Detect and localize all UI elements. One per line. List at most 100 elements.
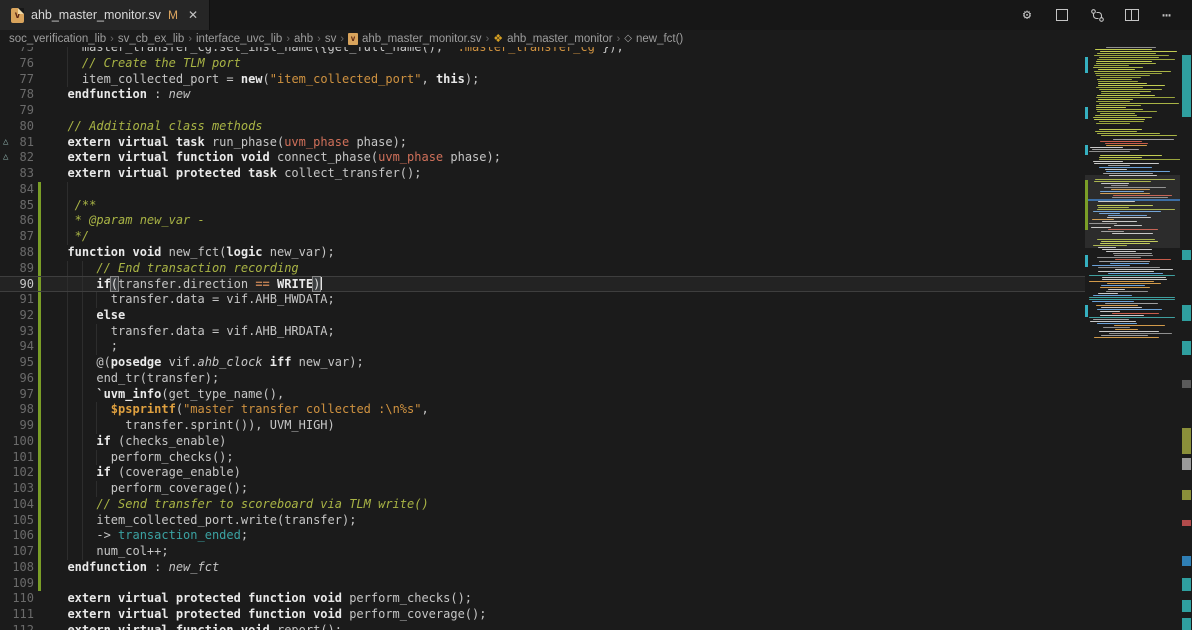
code-line-101[interactable]: 101 perform_checks(); [0, 450, 1085, 466]
code-line-106[interactable]: 106 -> transaction_ended; [0, 528, 1085, 544]
code-line-109[interactable]: 109 [0, 576, 1085, 592]
breadcrumb-item-ahb-master-monitor[interactable]: ❖ahb_master_monitor [493, 32, 612, 45]
line-number[interactable]: 104 [0, 497, 34, 513]
line-number[interactable]: 89 [0, 261, 34, 277]
code-line-87[interactable]: 87 */ [0, 229, 1085, 245]
code-line-110[interactable]: 110 extern virtual protected function vo… [0, 591, 1085, 607]
line-number[interactable]: 100 [0, 434, 34, 450]
gutter-marker-icon[interactable]: △ [3, 150, 8, 166]
code-line-97[interactable]: 97 `uvm_info(get_type_name(), [0, 387, 1085, 403]
line-number[interactable]: 103 [0, 481, 34, 497]
breadcrumb-label: ahb_master_monitor.sv [362, 33, 482, 45]
line-number[interactable]: 76 [0, 56, 34, 72]
breadcrumb-item-sv[interactable]: sv [325, 33, 337, 45]
token-kw: extern virtual function void [53, 623, 270, 630]
line-number[interactable]: 87 [0, 229, 34, 245]
line-number[interactable]: 77 [0, 72, 34, 88]
breadcrumb-item-new-fct-[interactable]: ◇new_fct() [624, 33, 683, 45]
code-line-83[interactable]: 83 extern virtual protected task collect… [0, 166, 1085, 182]
line-number[interactable]: 86 [0, 213, 34, 229]
more-actions-icon[interactable]: ⋯ [1158, 6, 1176, 24]
code-line-96[interactable]: 96 end_tr(transfer); [0, 371, 1085, 387]
line-number[interactable]: 102 [0, 465, 34, 481]
line-number[interactable]: 111 [0, 607, 34, 623]
code-line-85[interactable]: 85 /** [0, 198, 1085, 214]
line-number[interactable]: 101 [0, 450, 34, 466]
line-number[interactable]: 75 [0, 47, 34, 56]
code-line-76[interactable]: 76 // Create the TLM port [0, 56, 1085, 72]
code-line-84[interactable]: 84 [0, 182, 1085, 198]
code-line-104[interactable]: 104 // Send transfer to scoreboard via T… [0, 497, 1085, 513]
token-id: }); [602, 47, 624, 54]
line-number[interactable]: 94 [0, 339, 34, 355]
line-number[interactable]: 110 [0, 591, 34, 607]
code-text: master_transfer_cg.set_inst_name({get_fu… [53, 47, 624, 56]
line-number[interactable]: 92 [0, 308, 34, 324]
code-line-93[interactable]: 93 transfer.data = vif.AHB_HRDATA; [0, 324, 1085, 340]
code-line-90[interactable]: 90 if(transfer.direction == WRITE) [0, 276, 1085, 292]
line-number[interactable]: 83 [0, 166, 34, 182]
code-line-103[interactable]: 103 perform_coverage(); [0, 481, 1085, 497]
line-number[interactable]: 91 [0, 292, 34, 308]
breadcrumb-item-sv-cb-ex-lib[interactable]: sv_cb_ex_lib [118, 33, 184, 45]
code-line-88[interactable]: 88 function void new_fct(logic new_var); [0, 245, 1085, 261]
square-layout-icon[interactable] [1053, 6, 1071, 24]
code-line-111[interactable]: 111 extern virtual protected function vo… [0, 607, 1085, 623]
code-line-89[interactable]: 89 // End transaction recording [0, 261, 1085, 277]
code-line-82[interactable]: 82△ extern virtual function void connect… [0, 150, 1085, 166]
line-number[interactable]: 80 [0, 119, 34, 135]
code-line-98[interactable]: 98 $psprintf("master transfer collected … [0, 402, 1085, 418]
line-number[interactable]: 84 [0, 182, 34, 198]
line-number[interactable]: 112 [0, 623, 34, 630]
breadcrumb-item-ahb-master-monitor-sv[interactable]: vahb_master_monitor.sv [348, 33, 482, 45]
code-line-80[interactable]: 80 // Additional class methods [0, 119, 1085, 135]
line-number[interactable]: 85 [0, 198, 34, 214]
line-number[interactable]: 93 [0, 324, 34, 340]
line-number[interactable]: 105 [0, 513, 34, 529]
code-line-99[interactable]: 99 transfer.sprint()), UVM_HIGH) [0, 418, 1085, 434]
breadcrumb-item-ahb[interactable]: ahb [294, 33, 313, 45]
settings-gear-icon[interactable]: ⚙ [1018, 6, 1036, 24]
code-line-91[interactable]: 91 transfer.data = vif.AHB_HWDATA; [0, 292, 1085, 308]
token-id: perform_checks(); [53, 450, 234, 464]
code-line-81[interactable]: 81△ extern virtual task run_phase(uvm_ph… [0, 135, 1085, 151]
code-editor[interactable]: 75 master_transfer_cg.set_inst_name({get… [0, 47, 1085, 630]
breadcrumb-item-soc-verification-lib[interactable]: soc_verification_lib [9, 33, 106, 45]
code-line-78[interactable]: 78 endfunction : new [0, 87, 1085, 103]
code-line-92[interactable]: 92 else [0, 308, 1085, 324]
line-number[interactable]: 79 [0, 103, 34, 119]
code-line-86[interactable]: 86 * @param new_var - [0, 213, 1085, 229]
code-line-105[interactable]: 105 item_collected_port.write(transfer); [0, 513, 1085, 529]
close-tab-icon[interactable]: ✕ [188, 8, 198, 22]
split-editor-icon[interactable] [1123, 6, 1141, 24]
line-number[interactable]: 90 [0, 277, 34, 293]
line-number[interactable]: 107 [0, 544, 34, 560]
code-line-75[interactable]: 75 master_transfer_cg.set_inst_name({get… [0, 47, 1085, 56]
line-number[interactable]: 98 [0, 402, 34, 418]
line-number[interactable]: 96 [0, 371, 34, 387]
gutter-marker-icon[interactable]: △ [3, 135, 8, 151]
code-line-112[interactable]: 112 extern virtual function void report(… [0, 623, 1085, 630]
breadcrumb-item-interface-uvc-lib[interactable]: interface_uvc_lib [196, 33, 282, 45]
line-number[interactable]: 99 [0, 418, 34, 434]
line-number[interactable]: 78 [0, 87, 34, 103]
minimap-viewport-slider[interactable] [1085, 175, 1180, 248]
code-line-107[interactable]: 107 num_col++; [0, 544, 1085, 560]
code-line-102[interactable]: 102 if (coverage_enable) [0, 465, 1085, 481]
tab-ahb-master-monitor[interactable]: v ahb_master_monitor.sv M ✕ [0, 0, 210, 30]
line-number[interactable]: 95 [0, 355, 34, 371]
code-line-108[interactable]: 108 endfunction : new_fct [0, 560, 1085, 576]
code-line-79[interactable]: 79 [0, 103, 1085, 119]
overview-ruler-scrollbar[interactable] [1180, 47, 1192, 630]
line-number[interactable]: 97 [0, 387, 34, 403]
code-line-94[interactable]: 94 ; [0, 339, 1085, 355]
code-line-77[interactable]: 77 item_collected_port = new("item_colle… [0, 72, 1085, 88]
code-line-95[interactable]: 95 @(posedge vif.ahb_clock iff new_var); [0, 355, 1085, 371]
line-number[interactable]: 109 [0, 576, 34, 592]
compare-changes-icon[interactable] [1088, 6, 1106, 24]
code-line-100[interactable]: 100 if (checks_enable) [0, 434, 1085, 450]
line-number[interactable]: 108 [0, 560, 34, 576]
line-number[interactable]: 88 [0, 245, 34, 261]
token-kw: if [53, 465, 111, 479]
line-number[interactable]: 106 [0, 528, 34, 544]
